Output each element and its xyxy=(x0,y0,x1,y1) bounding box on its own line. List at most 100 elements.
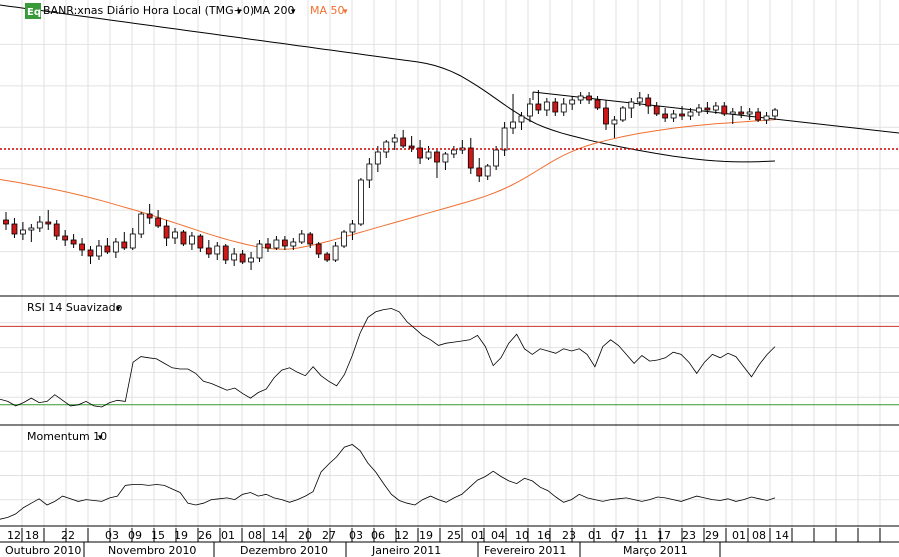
candle-down xyxy=(11,223,18,235)
candle-up xyxy=(425,151,432,159)
momentum-dropdown-icon[interactable]: ▾ xyxy=(98,433,103,443)
candle-up xyxy=(501,127,508,151)
date-tick-label: 14 xyxy=(775,529,789,542)
candle-down xyxy=(121,241,128,249)
candle-up xyxy=(290,241,297,247)
candle-down xyxy=(476,167,483,177)
ma50-dropdown-icon[interactable]: ▾ xyxy=(343,7,348,17)
candle-up xyxy=(112,241,119,253)
candle-up xyxy=(450,149,457,155)
candle-up xyxy=(543,101,550,111)
date-tick-label: 12 xyxy=(395,529,409,542)
candle-up xyxy=(366,163,373,181)
chart-header: Eq BANR:xnas Diário Hora Local (TMG+0) ▾… xyxy=(25,3,348,19)
candle-up xyxy=(628,101,635,109)
date-tick-label: 22 xyxy=(61,529,75,542)
date-tick-label: 01 xyxy=(221,529,235,542)
candle-down xyxy=(79,243,85,251)
candle-up xyxy=(560,103,567,113)
date-tick-label: 23 xyxy=(562,529,576,542)
candle-up xyxy=(129,233,136,249)
candle-up xyxy=(772,109,778,117)
date-tick-label: 17 xyxy=(657,529,671,542)
candle-down xyxy=(704,107,711,111)
candle-down xyxy=(62,235,69,241)
equity-logo-text: Eq xyxy=(27,7,41,18)
date-tick-label: 01 xyxy=(471,529,485,542)
candle-down xyxy=(239,253,246,263)
candle-down xyxy=(146,213,153,219)
candle-down xyxy=(307,233,314,245)
candle-up xyxy=(611,119,618,125)
candle-down xyxy=(87,249,94,257)
candle-up xyxy=(341,231,347,247)
rsi-title[interactable]: RSI 14 Suavizado xyxy=(27,301,123,314)
candle-up xyxy=(510,121,516,129)
ma50-line xyxy=(0,119,776,250)
candle-down xyxy=(163,225,170,239)
candle-up xyxy=(636,97,643,103)
candle-up xyxy=(349,223,356,233)
candle-up xyxy=(214,245,221,255)
candle-down xyxy=(3,219,9,225)
candle-down xyxy=(645,97,652,107)
candle-up xyxy=(619,107,626,121)
rsi-dropdown-icon[interactable]: ▾ xyxy=(116,304,121,314)
date-tick-label: 20 xyxy=(298,529,312,542)
candle-down xyxy=(265,243,271,249)
ma200-dropdown-icon[interactable]: ▾ xyxy=(291,7,296,17)
date-tick-label: 08 xyxy=(752,529,766,542)
candle-down xyxy=(594,99,601,109)
date-tick-label: 01 xyxy=(732,529,746,542)
candle-up xyxy=(569,99,576,105)
date-tick-label: 29 xyxy=(705,529,719,542)
month-label: Dezembro 2010 xyxy=(240,544,328,557)
candle-up xyxy=(383,141,390,153)
month-label: Janeiro 2011 xyxy=(371,544,441,557)
date-tick-label: 16 xyxy=(537,529,551,542)
candle-down xyxy=(603,107,609,125)
date-tick-label: 14 xyxy=(271,529,285,542)
candle-up xyxy=(172,231,178,239)
date-tick-label: 01 xyxy=(588,529,602,542)
candle-down xyxy=(180,231,187,245)
date-tick-label: 04 xyxy=(491,529,505,542)
candle-down xyxy=(222,245,229,261)
date-tick-label: 18 xyxy=(25,529,39,542)
candle-down xyxy=(653,105,660,115)
candle-up xyxy=(231,253,238,261)
ma200-line xyxy=(0,4,776,163)
date-tick-label: 03 xyxy=(105,529,119,542)
instrument-title[interactable]: BANR:xnas Diário Hora Local (TMG+0) xyxy=(43,4,254,17)
candle-up xyxy=(442,153,449,163)
candle-up xyxy=(138,213,145,235)
momentum-title[interactable]: Momentum 10 xyxy=(27,430,107,443)
candle-up xyxy=(670,113,677,119)
candle-up xyxy=(256,243,263,259)
date-tick-label: 09 xyxy=(128,529,142,542)
candle-up xyxy=(273,239,280,249)
month-label: Março 2011 xyxy=(623,544,688,557)
ma50-legend[interactable]: MA 50 xyxy=(310,4,345,17)
momentum-header: Momentum 10 ▾ xyxy=(27,430,107,443)
date-tick-label: 12 xyxy=(7,529,21,542)
candle-up xyxy=(358,179,364,225)
chart-grid xyxy=(0,0,899,528)
candle-down xyxy=(205,247,212,255)
candle-up xyxy=(391,137,398,143)
candle-down xyxy=(738,111,745,115)
date-tick-label: 19 xyxy=(419,529,433,542)
month-label: Novembro 2010 xyxy=(108,544,196,557)
candle-up xyxy=(696,107,702,113)
date-tick-label: 11 xyxy=(634,529,648,542)
month-label: Fevereiro 2011 xyxy=(484,544,566,557)
candle-up xyxy=(729,111,736,115)
candle-down xyxy=(755,111,761,121)
candle-up xyxy=(189,235,195,245)
ma200-legend[interactable]: MA 200 xyxy=(253,4,295,17)
candle-down xyxy=(324,253,331,261)
instrument-dropdown-icon[interactable]: ▾ xyxy=(237,7,242,17)
date-axis: 12 18 22 03 09 15 19 26 01 08 14 20 27 03 06 12 19 25 01 04… xyxy=(0,528,899,557)
candle-down xyxy=(155,217,162,227)
candle-down xyxy=(721,105,728,115)
